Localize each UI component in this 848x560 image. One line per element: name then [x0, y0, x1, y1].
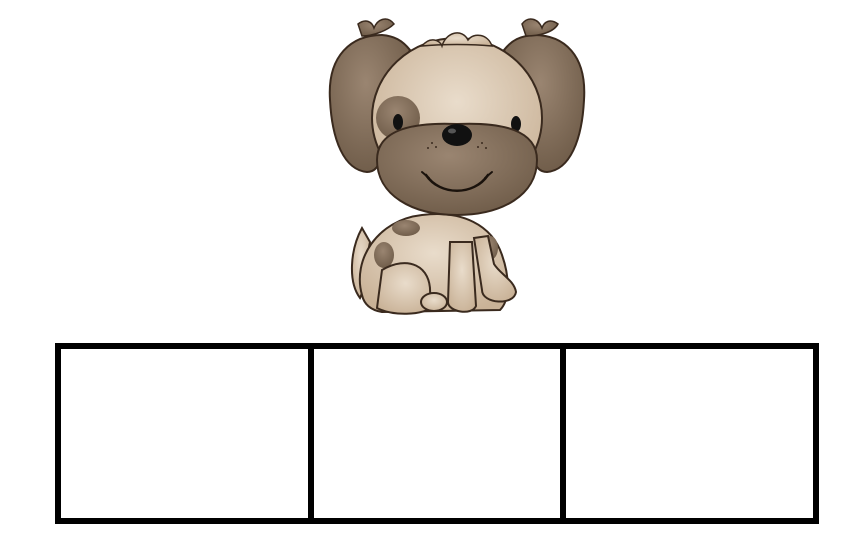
- nose: [442, 124, 472, 146]
- eye-left: [393, 114, 403, 130]
- hind-paw: [420, 292, 448, 312]
- letter-box-3[interactable]: [560, 349, 814, 518]
- ear-tuft-left: [357, 18, 395, 37]
- head-tuft: [420, 32, 494, 49]
- ear-tuft-right: [521, 18, 559, 37]
- letter-box-2[interactable]: [307, 349, 561, 518]
- puppy-icon: [328, 18, 586, 315]
- body-spot: [392, 220, 420, 236]
- front-leg-left: [446, 241, 478, 313]
- puppy-illustration: [322, 10, 592, 325]
- letter-boxes: [55, 343, 819, 524]
- letter-box-1[interactable]: [61, 349, 308, 518]
- body-spot: [374, 242, 394, 268]
